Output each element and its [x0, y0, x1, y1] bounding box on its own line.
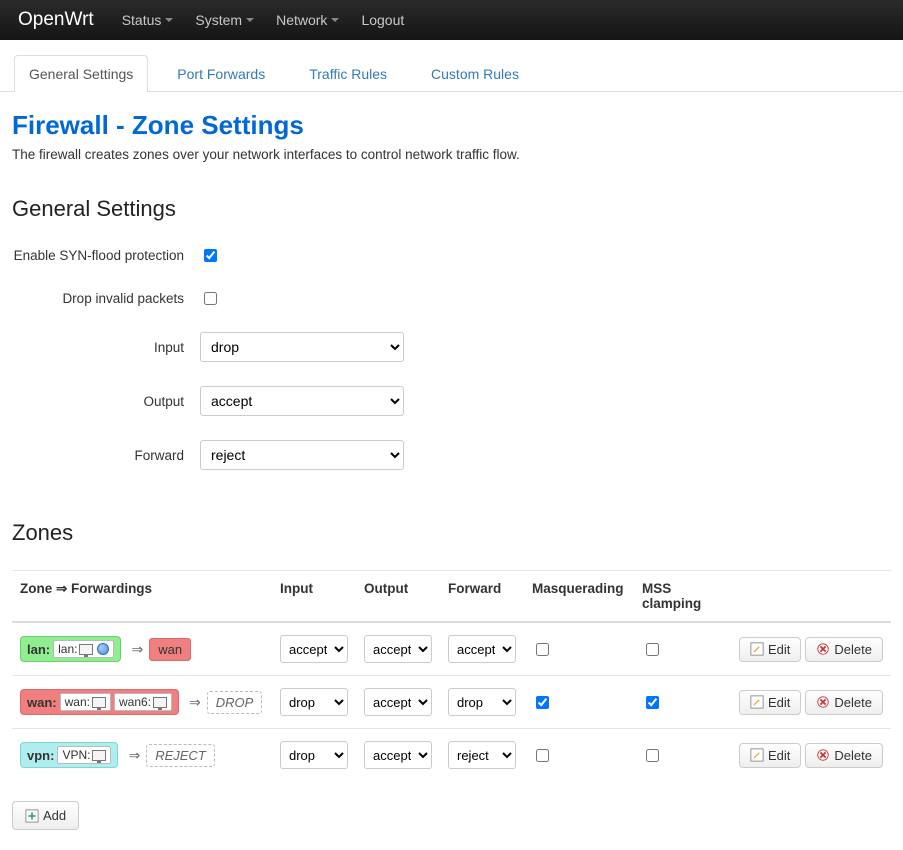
forward-label: Forward — [12, 448, 200, 463]
input-select[interactable]: acceptrejectdrop — [200, 332, 404, 362]
add-button[interactable]: Add — [12, 801, 79, 830]
zone-forward-select[interactable]: acceptrejectdrop — [448, 635, 516, 663]
delete-button[interactable]: Delete — [805, 743, 883, 768]
forward-policy-tag: REJECT — [146, 744, 215, 767]
delete-button[interactable]: Delete — [805, 637, 883, 662]
delete-icon — [816, 642, 830, 656]
col-masq: Masquerading — [524, 571, 634, 623]
tab-port-forwards[interactable]: Port Forwards — [162, 55, 280, 92]
brand-logo[interactable]: OpenWrt — [18, 9, 94, 31]
col-mss: MSS clamping — [634, 571, 730, 623]
zone-row-wan: wan:wan: wan6: ⇒ DROP acceptrejectdrop acce… — [12, 676, 891, 729]
nav-logout[interactable]: Logout — [361, 12, 404, 28]
zone-badge: vpn:VPN: — [20, 742, 118, 768]
caret-icon — [331, 18, 339, 22]
page-description: The firewall creates zones over your net… — [12, 147, 891, 162]
arrow-icon: ⇒ — [131, 641, 143, 657]
globe-icon — [97, 643, 109, 655]
interface-icon — [92, 697, 106, 708]
zone-masq-checkbox[interactable] — [536, 643, 549, 656]
forward-policy-tag: DROP — [207, 691, 263, 714]
zone-forward-select[interactable]: acceptrejectdrop — [448, 688, 516, 716]
interface-tag: lan: — [53, 640, 114, 658]
page-title: Firewall - Zone Settings — [12, 110, 891, 141]
interface-tag: wan: — [60, 693, 111, 711]
edit-button[interactable]: Edit — [739, 743, 801, 768]
general-settings-heading: General Settings — [12, 196, 891, 222]
edit-icon — [750, 642, 764, 656]
forward-select[interactable]: acceptrejectdrop — [200, 440, 404, 470]
zone-badge: wan:wan: wan6: — [20, 689, 179, 715]
input-label: Input — [12, 340, 200, 355]
syn-flood-label: Enable SYN-flood protection — [12, 248, 200, 263]
syn-flood-checkbox[interactable] — [204, 249, 217, 262]
output-label: Output — [12, 394, 200, 409]
zone-output-select[interactable]: acceptrejectdrop — [364, 688, 432, 716]
add-label: Add — [43, 808, 66, 823]
zone-input-select[interactable]: acceptrejectdrop — [280, 635, 348, 663]
zone-row-lan: lan:lan: ⇒ wan acceptrejectdrop acceptrejec… — [12, 622, 891, 676]
delete-icon — [816, 695, 830, 709]
edit-button[interactable]: Edit — [739, 637, 801, 662]
zone-mss-checkbox[interactable] — [646, 749, 659, 762]
interface-icon — [153, 697, 167, 708]
zone-badge: lan:lan: — [20, 636, 121, 662]
zone-masq-checkbox[interactable] — [536, 696, 549, 709]
zone-mss-checkbox[interactable] — [646, 696, 659, 709]
zone-row-vpn: vpn:VPN: ⇒ REJECT acceptrejectdrop acceptre… — [12, 729, 891, 782]
caret-icon — [165, 18, 173, 22]
tab-custom-rules[interactable]: Custom Rules — [416, 55, 534, 92]
zones-heading: Zones — [12, 520, 891, 546]
zone-masq-checkbox[interactable] — [536, 749, 549, 762]
zone-forward-select[interactable]: acceptrejectdrop — [448, 741, 516, 769]
tab-traffic-rules[interactable]: Traffic Rules — [294, 55, 402, 92]
delete-button[interactable]: Delete — [805, 690, 883, 715]
zone-mss-checkbox[interactable] — [646, 643, 659, 656]
nav-system[interactable]: System — [195, 12, 254, 28]
zone-input-select[interactable]: acceptrejectdrop — [280, 741, 348, 769]
drop-invalid-checkbox[interactable] — [204, 292, 217, 305]
col-input: Input — [272, 571, 356, 623]
add-icon — [25, 809, 39, 823]
forward-zone-tag: wan — [149, 638, 191, 661]
drop-invalid-label: Drop invalid packets — [12, 291, 200, 306]
arrow-icon: ⇒ — [189, 694, 201, 710]
interface-icon — [92, 750, 106, 761]
edit-icon — [750, 748, 764, 762]
interface-tag: wan6: — [114, 693, 172, 711]
tab-general-settings[interactable]: General Settings — [14, 55, 148, 92]
nav-network[interactable]: Network — [276, 12, 339, 28]
edit-button[interactable]: Edit — [739, 690, 801, 715]
delete-icon — [816, 748, 830, 762]
zones-table: Zone ⇒ Forwardings Input Output Forward … — [12, 570, 891, 781]
zone-output-select[interactable]: acceptrejectdrop — [364, 741, 432, 769]
col-forward: Forward — [440, 571, 524, 623]
output-select[interactable]: acceptrejectdrop — [200, 386, 404, 416]
edit-icon — [750, 695, 764, 709]
interface-tag: VPN: — [57, 746, 111, 764]
col-zone: Zone ⇒ Forwardings — [12, 571, 272, 623]
arrow-icon: ⇒ — [128, 747, 140, 763]
col-output: Output — [356, 571, 440, 623]
caret-icon — [246, 18, 254, 22]
top-navbar: OpenWrt Status System Network Logout — [0, 0, 903, 40]
nav-status[interactable]: Status — [122, 12, 174, 28]
zone-output-select[interactable]: acceptrejectdrop — [364, 635, 432, 663]
tab-bar: General Settings Port Forwards Traffic Rul… — [0, 40, 903, 92]
zone-input-select[interactable]: acceptrejectdrop — [280, 688, 348, 716]
interface-icon — [79, 644, 93, 655]
